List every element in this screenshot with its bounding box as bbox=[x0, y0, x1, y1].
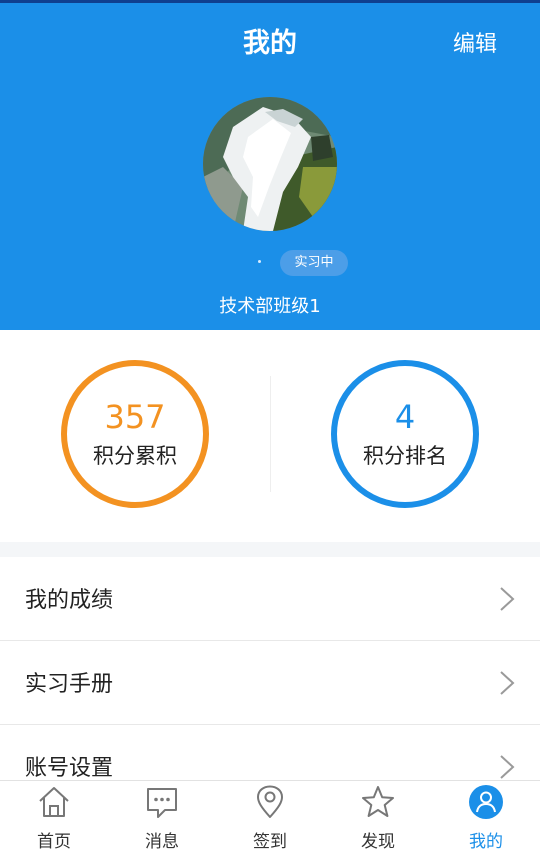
edit-button[interactable]: 编辑 bbox=[453, 26, 497, 58]
tab-label: 我的 bbox=[469, 832, 503, 852]
message-icon bbox=[147, 788, 177, 818]
tab-discover[interactable]: 发现 bbox=[324, 781, 432, 854]
profile-header: 我的 编辑 实习中 技术部班级1 bbox=[0, 3, 540, 330]
menu-item-my-grades[interactable]: 我的成绩 bbox=[0, 557, 540, 641]
star-icon bbox=[362, 786, 394, 817]
chevron-right-icon bbox=[500, 755, 515, 779]
tab-label: 签到 bbox=[253, 832, 287, 852]
tab-label: 消息 bbox=[145, 832, 179, 852]
stats-panel: 357 积分累积 4 积分排名 bbox=[0, 330, 540, 542]
avatar[interactable] bbox=[203, 97, 337, 231]
menu-list: 我的成绩 实习手册 账号设置 bbox=[0, 557, 540, 809]
points-total-circle[interactable]: 357 积分累积 bbox=[61, 360, 209, 508]
points-value: 357 bbox=[104, 398, 166, 436]
menu-item-label: 我的成绩 bbox=[25, 588, 114, 613]
decorative-dot bbox=[258, 260, 261, 263]
location-pin-icon bbox=[257, 785, 283, 818]
tab-label: 首页 bbox=[37, 832, 71, 852]
points-rank-circle[interactable]: 4 积分排名 bbox=[331, 360, 479, 508]
rank-label: 积分排名 bbox=[363, 444, 447, 468]
tab-me[interactable]: 我的 bbox=[432, 781, 540, 854]
bottom-tab-bar: 首页 消息 签到 发现 我的 bbox=[0, 780, 540, 854]
status-badge: 实习中 bbox=[280, 250, 348, 276]
tab-check-in[interactable]: 签到 bbox=[216, 781, 324, 854]
tab-messages[interactable]: 消息 bbox=[108, 781, 216, 854]
chevron-right-icon bbox=[500, 587, 515, 611]
profile-page: 我的 编辑 实习中 技术部班级1 357 积分累积 4 积分排名 我的成绩 实习… bbox=[0, 0, 540, 854]
menu-item-label: 账号设置 bbox=[25, 756, 114, 781]
tab-label: 发现 bbox=[361, 832, 395, 852]
chevron-right-icon bbox=[500, 671, 515, 695]
menu-item-internship-handbook[interactable]: 实习手册 bbox=[0, 641, 540, 725]
class-name: 技术部班级1 bbox=[219, 296, 321, 317]
tab-home[interactable]: 首页 bbox=[0, 781, 108, 854]
rank-value: 4 bbox=[394, 398, 416, 436]
stats-divider bbox=[270, 376, 271, 492]
points-label: 积分累积 bbox=[93, 444, 177, 468]
user-icon bbox=[469, 785, 503, 819]
menu-item-label: 实习手册 bbox=[25, 672, 114, 697]
home-icon bbox=[39, 787, 69, 817]
